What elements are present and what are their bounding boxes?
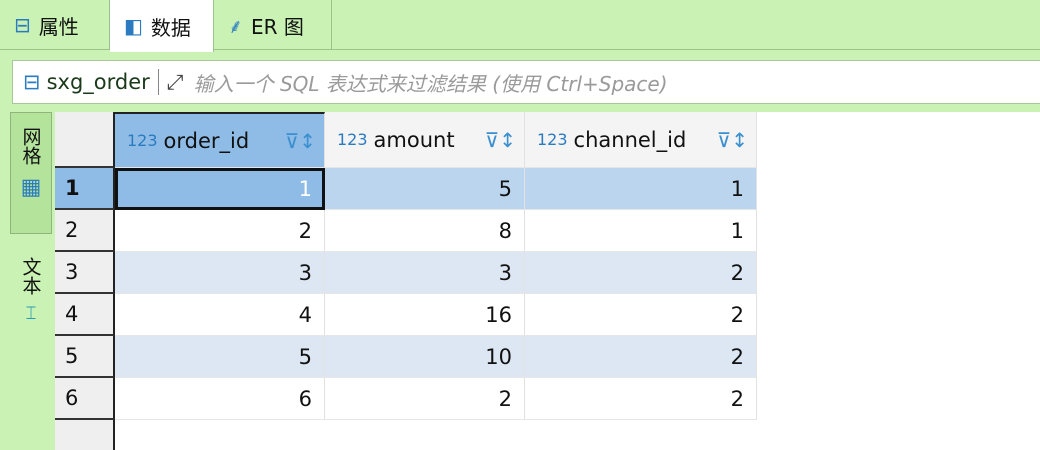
result-grid: 123 order_id ⊽↕ 123 amount ⊽↕ 123 channel_i… <box>55 112 1040 450</box>
grid-view-button[interactable]: 网格 ▦ <box>10 112 52 234</box>
table-row[interactable]: 1151 <box>55 168 1040 210</box>
er-diagram-icon: ⸙ <box>228 13 243 38</box>
header-row: 123 order_id ⊽↕ 123 amount ⊽↕ 123 channel_i… <box>55 112 1040 168</box>
table-icon: ⊟ <box>23 70 41 94</box>
filter-bar: ⊟ sxg_order ⤢ 输入一个 SQL 表达式来过滤结果 (使用 Ctrl… <box>12 60 1040 104</box>
row-header[interactable]: 6 <box>55 378 115 420</box>
table-row[interactable]: 6622 <box>55 378 1040 420</box>
expand-icon[interactable]: ⤢ <box>167 70 184 95</box>
table-row[interactable]: 4 4 16 2 <box>55 294 1040 336</box>
cell-order_id[interactable]: 1 <box>115 168 325 210</box>
row-header <box>55 420 115 450</box>
table-name[interactable]: sxg_order <box>47 70 150 94</box>
cell-amount[interactable]: 16 <box>325 294 525 336</box>
filter-sort-icon[interactable]: ⊽↕ <box>717 128 748 152</box>
cell-order_id[interactable]: 3 <box>115 252 325 294</box>
cell-order_id[interactable]: 5 <box>115 336 325 378</box>
cell-amount[interactable]: 2 <box>325 378 525 420</box>
row-header[interactable]: 1 <box>55 168 115 210</box>
cell-channel_id[interactable]: 2 <box>525 294 757 336</box>
data-icon: ◧ <box>124 14 143 38</box>
table-icon: ⊟ <box>14 13 31 37</box>
row-header[interactable]: 3 <box>55 252 115 294</box>
number-type-icon: 123 <box>337 130 368 149</box>
row-header[interactable]: 2 <box>55 210 115 252</box>
tab-data[interactable]: ◧ 数据 <box>110 0 214 52</box>
cell-amount[interactable]: 3 <box>325 252 525 294</box>
cell-order_id[interactable]: 4 <box>115 294 325 336</box>
grid-icon: ▦ <box>20 175 42 200</box>
cell-amount[interactable]: 8 <box>325 210 525 252</box>
corner-cell[interactable] <box>55 112 115 168</box>
filter-input[interactable]: 输入一个 SQL 表达式来过滤结果 (使用 Ctrl+Space) <box>194 68 668 97</box>
cell-channel_id[interactable]: 2 <box>525 378 757 420</box>
cell-order_id[interactable]: 2 <box>115 210 325 252</box>
text-view-button[interactable]: 文本 ⌶ <box>10 257 52 324</box>
table-row[interactable]: 2281 <box>55 210 1040 252</box>
divider <box>157 69 159 95</box>
column-header-order-id[interactable]: 123 order_id ⊽↕ <box>115 112 325 168</box>
cell-order_id[interactable]: 6 <box>115 378 325 420</box>
number-key-icon: 123 <box>127 131 158 150</box>
filter-sort-icon[interactable]: ⊽↕ <box>485 128 516 152</box>
table-row[interactable]: 3332 <box>55 252 1040 294</box>
cell-amount[interactable]: 5 <box>325 168 525 210</box>
text-icon: ⌶ <box>25 303 37 324</box>
cell-channel_id[interactable]: 1 <box>525 168 757 210</box>
cell-channel_id[interactable]: 1 <box>525 210 757 252</box>
column-header-channel-id[interactable]: 123 channel_id ⊽↕ <box>525 112 757 168</box>
row-header[interactable]: 4 <box>55 294 115 336</box>
empty-row <box>55 420 1040 450</box>
cell-channel_id[interactable]: 2 <box>525 336 757 378</box>
column-header-amount[interactable]: 123 amount ⊽↕ <box>325 112 525 168</box>
tab-er-diagram[interactable]: ⸙ ER 图 <box>214 0 332 50</box>
view-switcher: 网格 ▦ 文本 ⌶ <box>10 112 52 450</box>
cell-channel_id[interactable]: 2 <box>525 252 757 294</box>
filter-sort-icon[interactable]: ⊽↕ <box>285 129 316 153</box>
number-type-icon: 123 <box>537 130 568 149</box>
tab-properties[interactable]: ⊟ 属性 <box>0 0 110 50</box>
editor-tabs: ⊟ 属性 ◧ 数据 ⸙ ER 图 <box>0 0 1040 52</box>
table-row[interactable]: 5 5 10 2 <box>55 336 1040 378</box>
cell-amount[interactable]: 10 <box>325 336 525 378</box>
row-header[interactable]: 5 <box>55 336 115 378</box>
